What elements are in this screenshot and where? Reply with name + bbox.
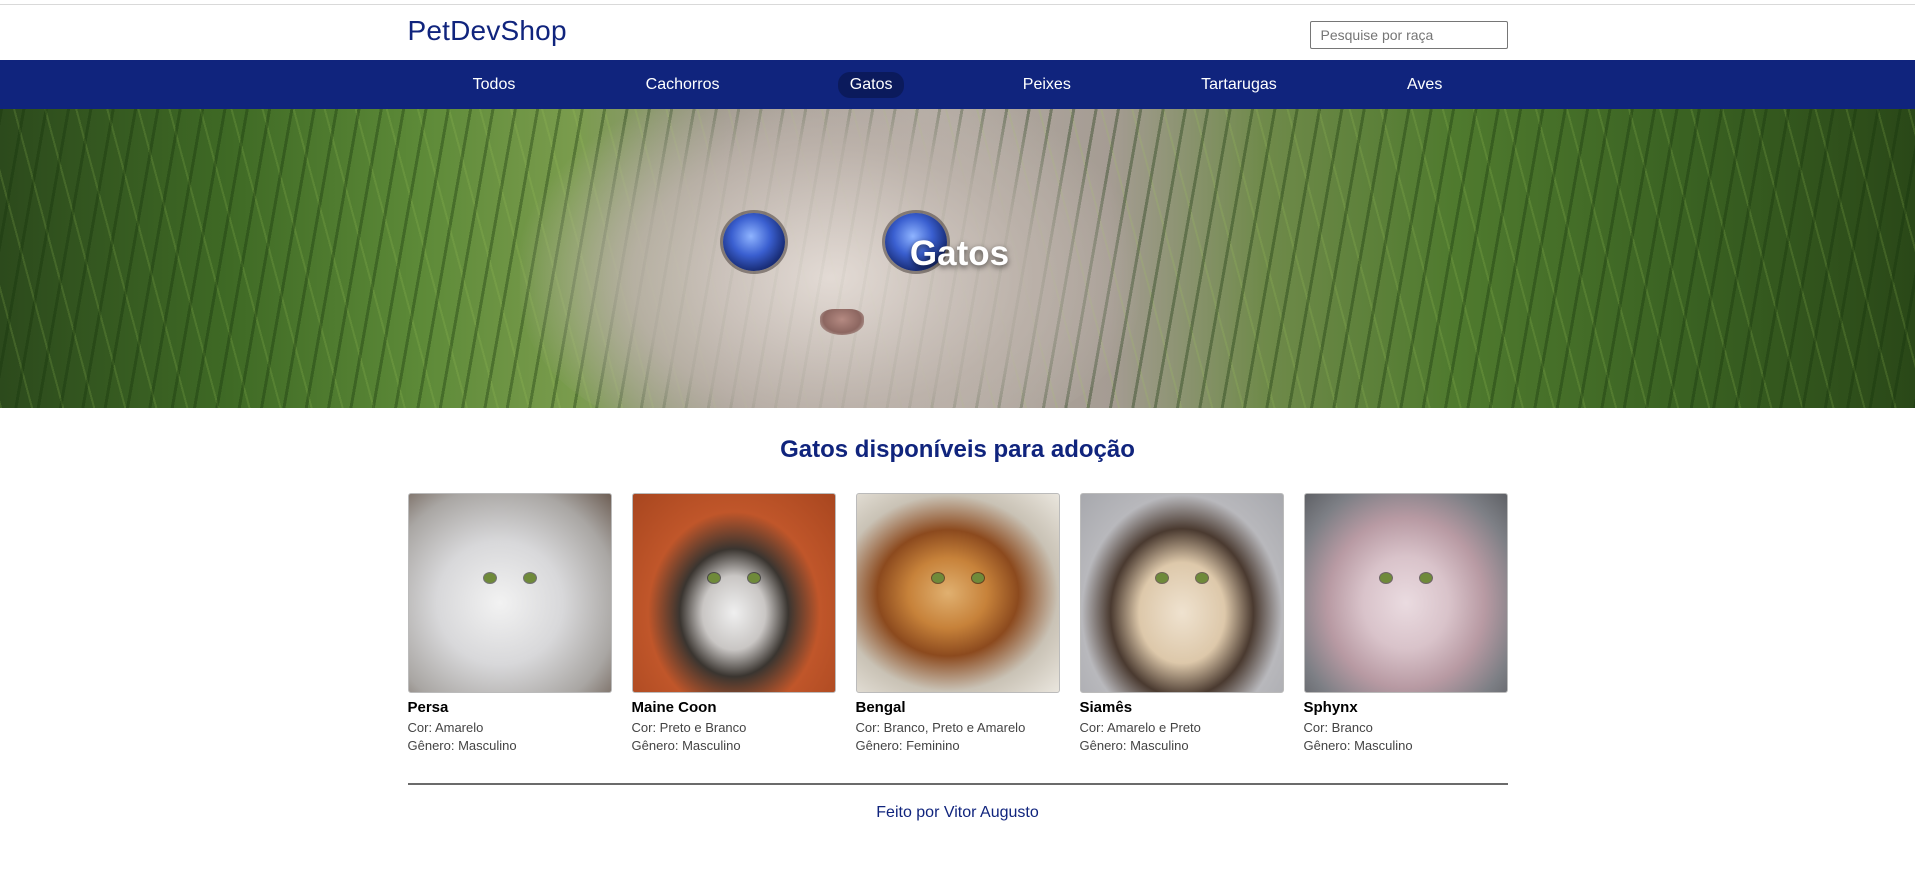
nav-item-tartarugas: Tartarugas (1189, 72, 1289, 98)
cat-name: Sphynx (1303, 699, 1358, 716)
cat-gender: Gênero: Masculino (1303, 738, 1413, 753)
cat-photo-bengal (855, 493, 1060, 693)
brand-logo[interactable]: PetDevShop (408, 15, 567, 47)
footer-credit: Feito por Vitor Augusto (876, 804, 1039, 821)
nav-link-peixes[interactable]: Peixes (1011, 72, 1083, 98)
nav-item-peixes: Peixes (1011, 72, 1083, 98)
cat-gender: Gênero: Masculino (631, 738, 741, 753)
nav-item-cachorros: Cachorros (634, 72, 732, 98)
nav-list: Todos Cachorros Gatos Peixes Tartarugas … (408, 60, 1508, 109)
cat-photo-persa (407, 493, 612, 693)
cat-gender: Gênero: Feminino (855, 738, 960, 753)
cat-color: Cor: Branco, Preto e Amarelo (855, 720, 1026, 735)
nav-link-gatos[interactable]: Gatos (837, 71, 905, 98)
cat-card-list: Persa Cor: Amarelo Gênero: Masculino Mai… (407, 493, 1508, 753)
cat-color: Cor: Amarelo e Preto (1079, 720, 1201, 735)
nav-item-aves: Aves (1395, 72, 1454, 98)
cat-eyes (1376, 573, 1436, 585)
cat-photo-siames (1079, 493, 1284, 693)
cat-color: Cor: Amarelo (407, 720, 484, 735)
cat-eyes (1152, 573, 1212, 585)
hero-banner: Gatos (0, 109, 1915, 408)
cat-eyes (704, 573, 764, 585)
cat-photo-maine-coon (631, 493, 836, 693)
cat-gender: Gênero: Masculino (407, 738, 517, 753)
cat-name: Bengal (855, 699, 906, 716)
cat-card[interactable]: Siamês Cor: Amarelo e Preto Gênero: Masc… (1079, 493, 1284, 753)
nav-link-tartarugas[interactable]: Tartarugas (1189, 72, 1289, 98)
main-nav: Todos Cachorros Gatos Peixes Tartarugas … (0, 60, 1915, 109)
search-input[interactable] (1309, 21, 1508, 49)
nav-item-todos: Todos (461, 72, 528, 98)
hero-title: Gatos (909, 234, 1010, 273)
site-footer: Feito por Vitor Augusto (407, 783, 1508, 822)
cat-eyes (480, 573, 540, 585)
cat-name: Maine Coon (631, 699, 717, 716)
cat-color: Cor: Preto e Branco (631, 720, 747, 735)
nav-link-todos[interactable]: Todos (461, 72, 528, 98)
hero-kitten-nose (820, 309, 864, 335)
site-header: PetDevShop (0, 5, 1915, 60)
nav-item-gatos: Gatos (837, 71, 905, 98)
nav-link-aves[interactable]: Aves (1395, 72, 1454, 98)
section-title: Gatos disponíveis para adoção (780, 436, 1135, 463)
nav-link-cachorros[interactable]: Cachorros (634, 72, 732, 98)
cat-card[interactable]: Sphynx Cor: Branco Gênero: Masculino (1303, 493, 1508, 753)
cat-photo-sphynx (1303, 493, 1508, 693)
cat-color: Cor: Branco (1303, 720, 1373, 735)
cat-card[interactable]: Bengal Cor: Branco, Preto e Amarelo Gêne… (855, 493, 1060, 753)
cat-eyes (928, 573, 988, 585)
cat-card[interactable]: Maine Coon Cor: Preto e Branco Gênero: M… (631, 493, 836, 753)
cat-card[interactable]: Persa Cor: Amarelo Gênero: Masculino (407, 493, 612, 753)
cat-name: Siamês (1079, 699, 1133, 716)
cat-gender: Gênero: Masculino (1079, 738, 1189, 753)
cat-name: Persa (407, 699, 449, 716)
